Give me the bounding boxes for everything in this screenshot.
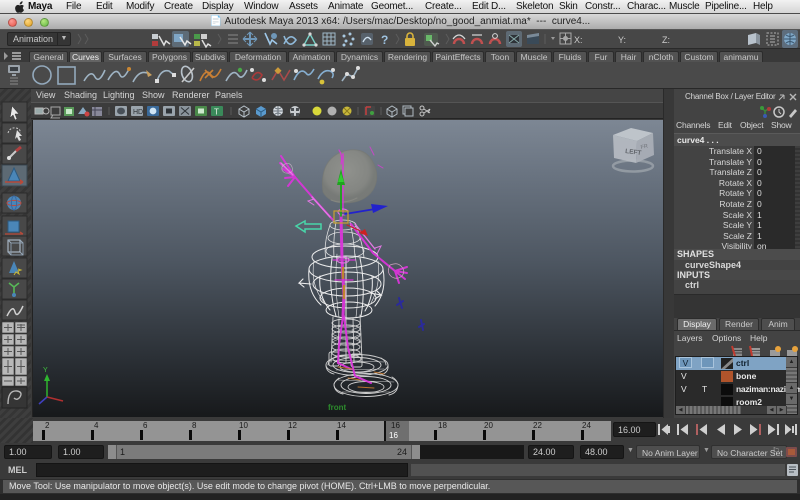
svg-text:T: T	[214, 108, 219, 117]
svg-text:?: ?	[381, 33, 388, 47]
svg-text:Y: Y	[43, 367, 48, 374]
svg-text:HD: HD	[133, 109, 143, 116]
svg-text:front: front	[328, 403, 347, 412]
